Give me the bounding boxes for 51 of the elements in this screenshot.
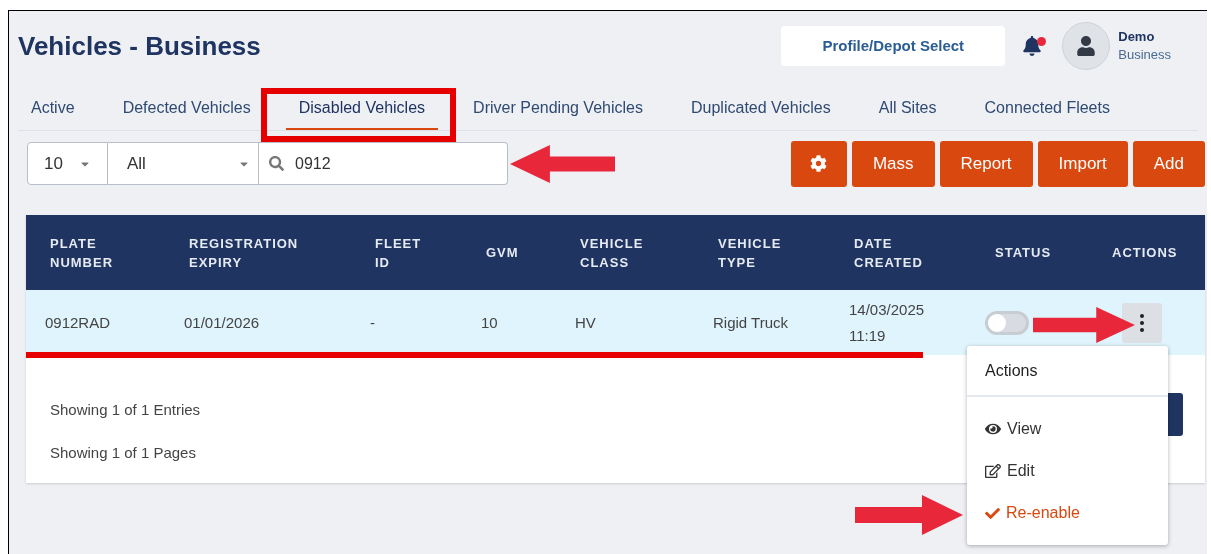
- menu-title: Actions: [985, 360, 1038, 381]
- pages-count: Showing 1 of 1 Pages: [50, 442, 196, 463]
- column-header: DATE CREATED: [854, 234, 923, 272]
- tab[interactable]: Driver Pending Vehicles: [460, 96, 656, 130]
- table-cell-text: Rigid Truck: [713, 312, 789, 333]
- more-options-button[interactable]: [1122, 302, 1162, 343]
- user-role: Business: [1118, 46, 1171, 64]
- table-cell-text: 10: [481, 312, 498, 333]
- status-toggle[interactable]: [985, 310, 1029, 335]
- column-header: VEHICLE TYPE: [718, 234, 782, 272]
- avatar[interactable]: [1062, 22, 1111, 70]
- table-cell-text: 0912RAD: [45, 312, 111, 333]
- tab[interactable]: Defected Vehicles: [109, 96, 264, 130]
- table-row[interactable]: 0912RAD 01/01/2026 - 10 HV Rigid Truck 14/03/2025 11:19: [26, 290, 1205, 355]
- column-header: VEHICLE CLASS: [580, 234, 644, 272]
- edit-icon: [985, 463, 1001, 479]
- column-header: ACTIONS: [1112, 244, 1178, 262]
- toolbar-button[interactable]: Add: [1132, 140, 1205, 187]
- table-cell-text: 14/03/2025 11:19: [849, 299, 926, 346]
- check-icon: [985, 505, 1000, 521]
- user-icon: [1076, 36, 1097, 56]
- menu-item[interactable]: Re-enable: [985, 501, 1168, 525]
- menu-item[interactable]: View: [985, 417, 1168, 441]
- page-title: Vehicles - Business: [18, 29, 261, 63]
- category-select[interactable]: All: [108, 142, 259, 185]
- toolbar-button[interactable]: Report: [939, 140, 1033, 187]
- tab[interactable]: Connected Fleets: [971, 96, 1123, 130]
- user-name: Demo: [1118, 28, 1156, 46]
- tab[interactable]: All Sites: [865, 96, 950, 130]
- column-header: FLEET ID: [375, 234, 422, 272]
- search-field[interactable]: 0912: [259, 142, 508, 185]
- table-cell-text: HV: [575, 312, 596, 333]
- settings-icon: [810, 155, 828, 172]
- column-header: STATUS: [995, 244, 1052, 262]
- column-header: REGISTRATION EXPIRY: [189, 234, 299, 272]
- toolbar-button[interactable]: Import: [1037, 140, 1128, 187]
- tab[interactable]: Active: [18, 96, 88, 130]
- eye-icon: [985, 421, 1001, 437]
- page-size-select[interactable]: 10: [27, 142, 108, 185]
- search-icon: [269, 156, 284, 171]
- table-cell-text: 01/01/2026: [184, 312, 260, 333]
- tab[interactable]: Disabled Vehicles: [285, 96, 439, 130]
- profile-select-button[interactable]: Profile/Depot Select: [781, 26, 1006, 66]
- toolbar-button[interactable]: Mass: [851, 140, 935, 187]
- menu-item[interactable]: Edit: [985, 459, 1168, 483]
- column-header: PLATE NUMBER: [50, 234, 114, 272]
- settings-button[interactable]: [790, 140, 847, 187]
- tab[interactable]: Duplicated Vehicles: [678, 96, 844, 130]
- table-cell-text: -: [370, 312, 375, 333]
- column-header: GVM: [486, 244, 519, 262]
- entries-count: Showing 1 of 1 Entries: [50, 400, 201, 420]
